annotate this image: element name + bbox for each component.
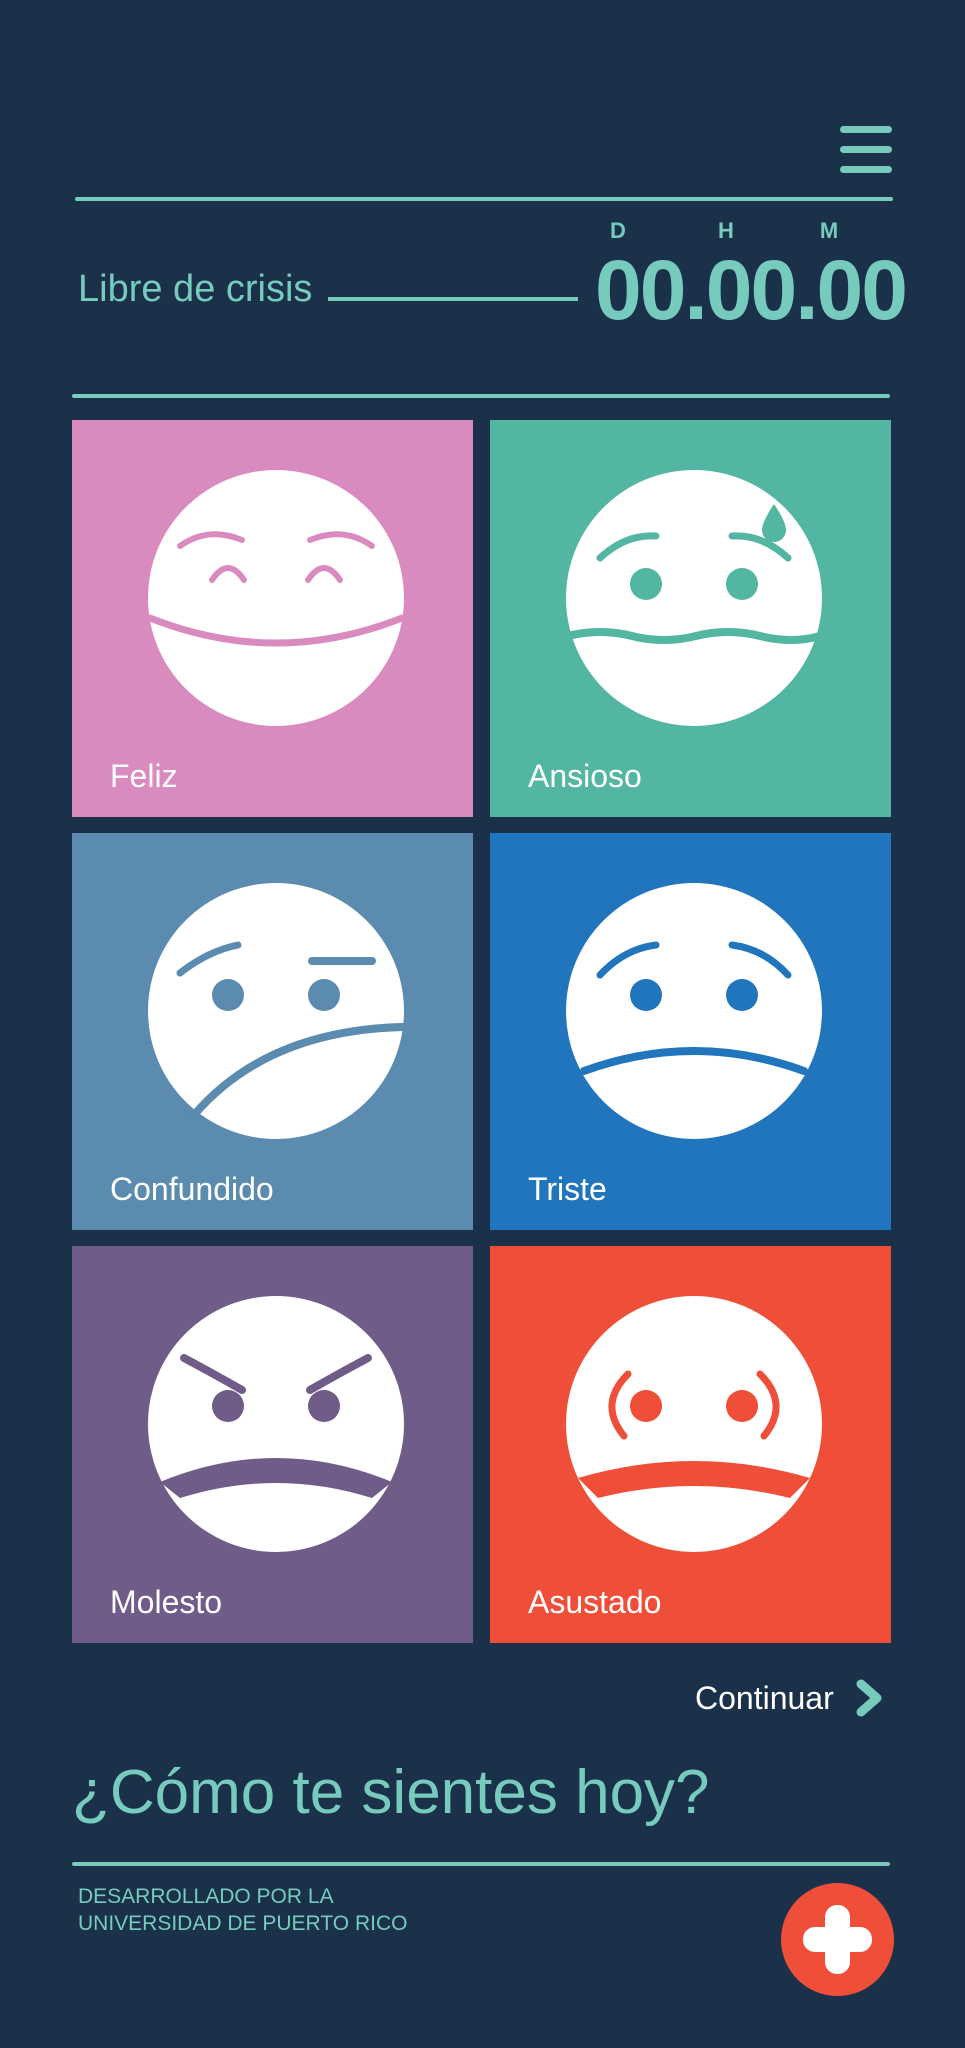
mood-tile-anxious[interactable]: Ansioso: [490, 420, 891, 817]
mood-label-sad: Triste: [528, 1171, 607, 1207]
mood-label-angry: Molesto: [110, 1584, 223, 1620]
mood-tile-sad[interactable]: Triste: [490, 833, 891, 1230]
sad-face-icon: [566, 883, 822, 1139]
unit-minutes: M: [819, 218, 839, 243]
scared-face-icon: [566, 1296, 822, 1552]
mood-label-confused: Confundido: [110, 1171, 274, 1207]
continue-button[interactable]: Continuar: [695, 1673, 884, 1723]
chevron-right-icon: [856, 1679, 882, 1717]
mood-tile-scared[interactable]: Asustado: [490, 1246, 891, 1643]
counter-divider: [72, 394, 890, 398]
menu-button[interactable]: [840, 126, 892, 174]
menu-bar-bottom: [840, 166, 892, 173]
anxious-face-icon: [564, 470, 824, 726]
header-divider: [75, 197, 893, 201]
unit-days: D: [610, 218, 626, 243]
footer-divider: [72, 1862, 890, 1866]
continue-label: Continuar: [695, 1679, 834, 1716]
menu-bar-middle: [840, 146, 892, 153]
credits-line-2: UNIVERSIDAD DE PUERTO RICO: [78, 1912, 408, 1935]
mood-tile-angry[interactable]: Molesto: [72, 1246, 473, 1643]
emergency-button[interactable]: [781, 1883, 894, 1996]
mood-tile-confused[interactable]: Confundido: [72, 833, 473, 1230]
mood-label-anxious: Ansioso: [528, 758, 642, 794]
hamburger-menu-icon: [840, 126, 892, 133]
mood-tile-happy[interactable]: Feliz: [72, 420, 473, 817]
angry-face-icon: [148, 1296, 404, 1552]
credits-text: DESARROLLADO POR LA UNIVERSIDAD DE PUERT…: [78, 1883, 407, 1937]
crisis-free-label: Libre de crisis: [78, 268, 313, 310]
credits-line-1: DESARROLLADO POR LA: [78, 1885, 334, 1908]
mood-label-scared: Asustado: [528, 1584, 662, 1620]
crisis-free-timer: 00.00.00: [595, 243, 908, 337]
confused-face-icon: [148, 883, 406, 1139]
mood-label-happy: Feliz: [110, 758, 178, 794]
happy-face-icon: [146, 470, 406, 726]
unit-hours: H: [718, 218, 734, 243]
plus-cross-icon: [803, 1905, 872, 1974]
counter-connector-line: [328, 297, 578, 301]
page-question: ¿Cómo te sientes hoy?: [72, 1758, 710, 1827]
